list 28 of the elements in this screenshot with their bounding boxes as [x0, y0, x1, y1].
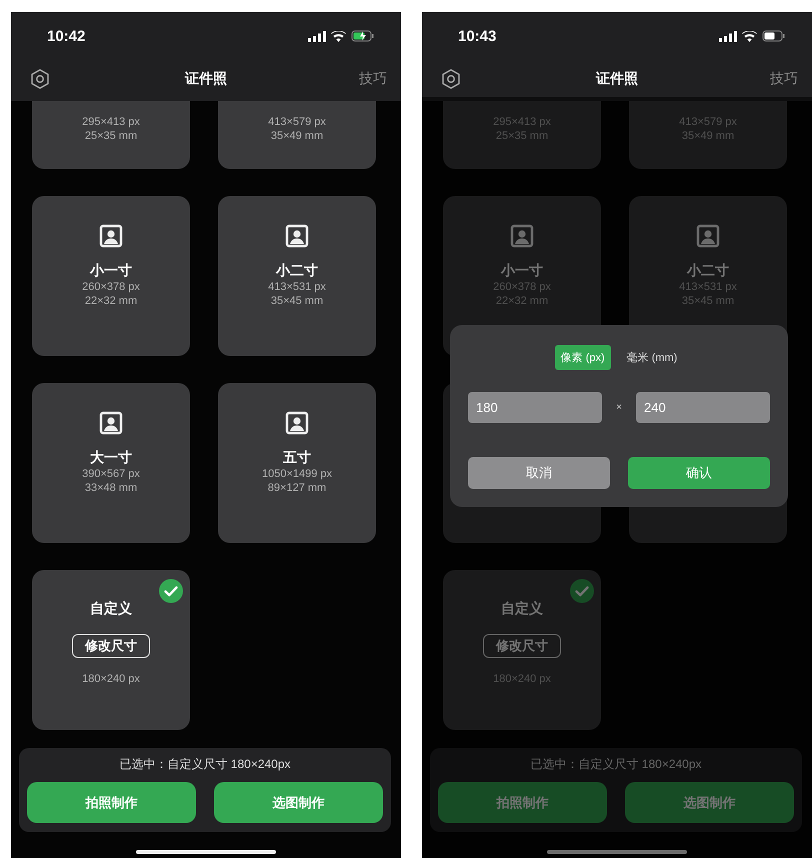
selection-summary: 已选中：自定义尺寸 180×240px — [530, 756, 702, 773]
size-title: 小二寸 — [687, 262, 729, 280]
mm-size: 35×45 mm — [270, 294, 324, 308]
mm-size: 25×35 mm — [84, 129, 138, 143]
size-title: 小一寸 — [501, 262, 543, 280]
pixel-size: 260×378 px — [82, 280, 140, 294]
pixel-size: 413×531 px — [268, 280, 326, 294]
pixel-size: 390×567 px — [82, 467, 140, 481]
size-title: 自定义 — [501, 600, 543, 618]
mm-size: 33×48 mm — [84, 481, 138, 495]
size-title: 五寸 — [283, 449, 311, 467]
size-title: 小二寸 — [276, 262, 318, 280]
page-title: 证件照 — [596, 70, 638, 86]
size-title: 自定义 — [90, 600, 132, 618]
status-time: 10:43 — [458, 28, 496, 44]
mm-size: 22×32 mm — [84, 294, 138, 308]
pixel-size: 413×579 px — [268, 115, 326, 129]
pixel-size: 1050×1499 px — [262, 467, 332, 481]
size-title: 小一寸 — [90, 262, 132, 280]
status-time: 10:42 — [47, 28, 86, 44]
times-sign: × — [615, 402, 623, 413]
mm-size: 89×127 mm — [268, 481, 326, 495]
pixel-size: 295×413 px — [82, 115, 140, 129]
pixel-size: 180×240 px — [82, 672, 140, 686]
size-title: 大一寸 — [90, 449, 132, 467]
selection-summary: 已选中：自定义尺寸 180×240px — [119, 756, 291, 773]
page-title: 证件照 — [185, 70, 227, 86]
mm-size: 35×49 mm — [270, 129, 324, 143]
